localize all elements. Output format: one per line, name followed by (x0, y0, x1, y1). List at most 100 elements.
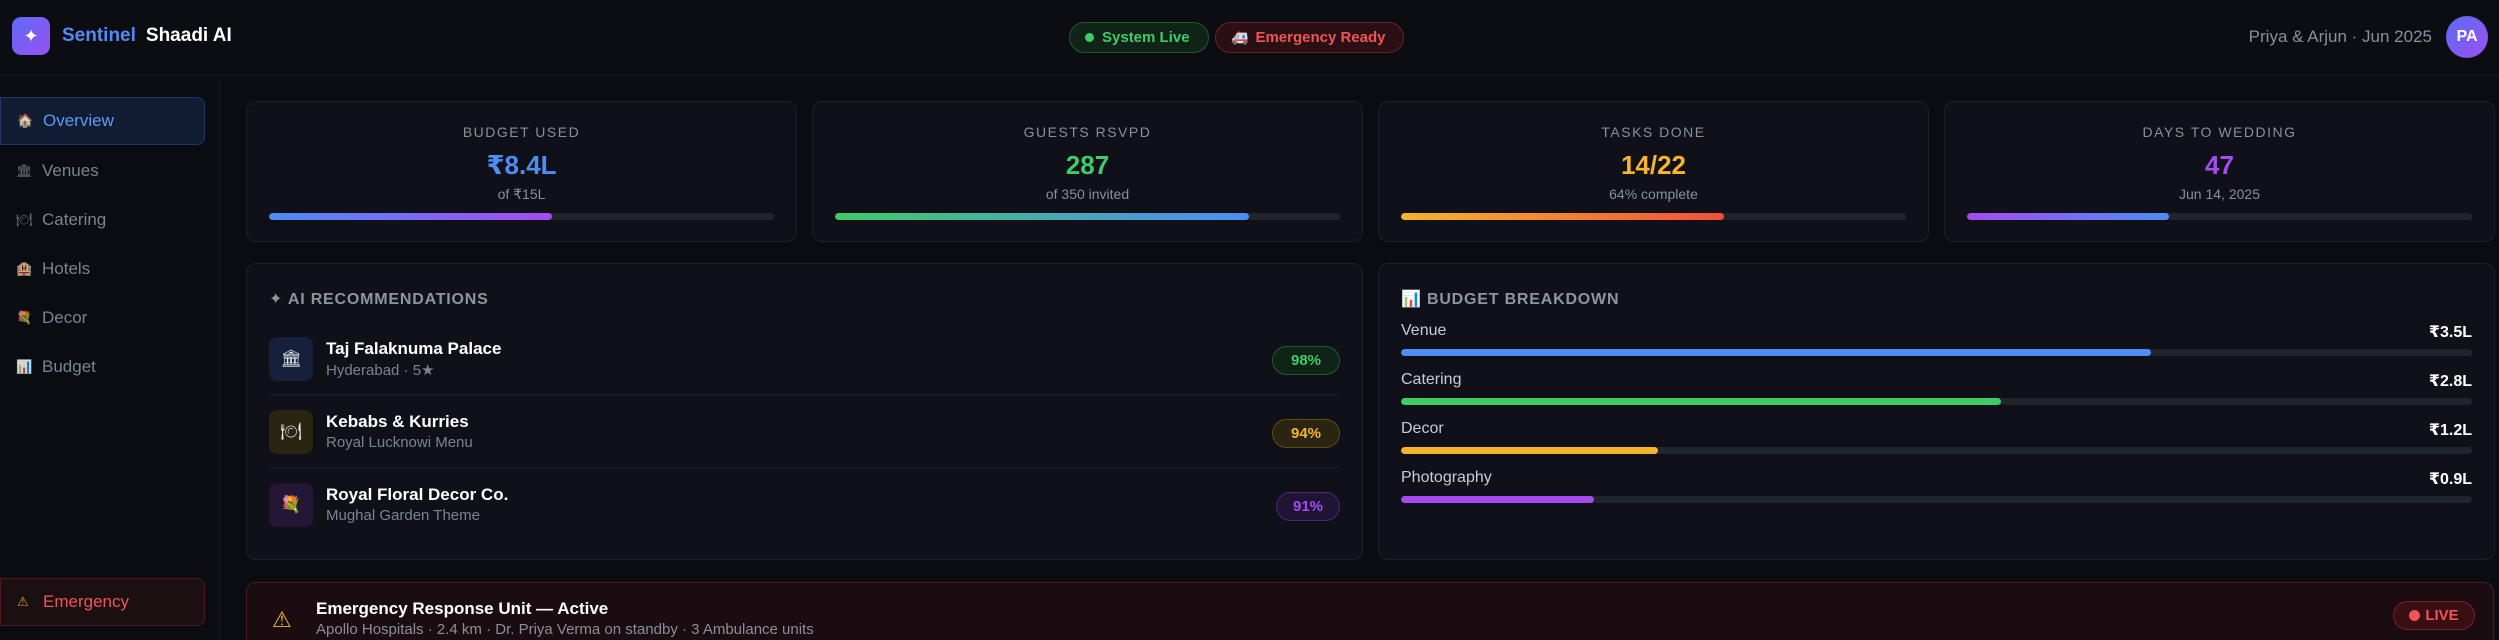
budget-fill (1401, 349, 2151, 356)
brand-name[interactable]: Sentinel Shaadi AI (62, 25, 232, 47)
match-score-badge: 94% (1272, 419, 1340, 448)
recommendation-sub: Royal Lucknowi Menu (326, 434, 473, 451)
home-icon: 🏠 (17, 113, 34, 128)
sidebar-item-overview[interactable]: 🏠 Overview (0, 97, 205, 145)
budget-category: Photography (1401, 469, 1492, 486)
ambulance-icon: 🚑 (1231, 29, 1249, 45)
budget-breakdown-panel: 📊 BUDGET BREAKDOWN Venue ₹3.5L Catering … (1378, 263, 2495, 560)
catering-icon: 🍽 (16, 212, 33, 227)
stat-label: DAYS TO WEDDING (2142, 124, 2297, 140)
stat-value: 47 (2205, 150, 2234, 180)
stat-value: 14/22 (1620, 150, 1687, 180)
budget-track (1401, 496, 2472, 503)
budget-track (1401, 349, 2472, 356)
emergency-banner[interactable]: ⚠ Emergency Response Unit — Active Apoll… (246, 582, 2494, 640)
recommendation-name: Kebabs & Kurries (326, 412, 469, 431)
stat-progress-fill (269, 213, 552, 220)
system-live-badge: System Live (1069, 22, 1209, 53)
stat-sub: of ₹15L (497, 186, 546, 202)
sidebar-item-venues[interactable]: 🏛 Venues (0, 147, 205, 195)
stat-label: TASKS DONE (1601, 124, 1706, 140)
avatar[interactable]: PA (2446, 16, 2488, 58)
emergency-title: Emergency Response Unit — Active (316, 599, 609, 618)
budget-row-decor: Decor ₹1.2L (1401, 420, 2472, 460)
budget-row-photography: Photography ₹0.9L (1401, 469, 2472, 509)
budget-fill (1401, 496, 1594, 503)
budget-category: Venue (1401, 322, 1447, 339)
emergency-ready-badge[interactable]: 🚑 Emergency Ready (1215, 22, 1404, 53)
budget-track (1401, 447, 2472, 454)
sidebar-item-hotels[interactable]: 🏨 Hotels (0, 245, 205, 293)
budget-icon: 📊 (16, 359, 33, 374)
budget-amount: ₹2.8L (2428, 373, 2472, 390)
recommendation-item[interactable]: 💐 Royal Floral Decor Co. Mughal Garden T… (269, 468, 1340, 541)
sparkle-icon[interactable]: ✦ (12, 17, 50, 55)
sidebar-item-label: Venues (42, 161, 99, 180)
budget-fill (1401, 398, 2001, 405)
catering-icon: 🍽 (269, 410, 313, 454)
stat-progress-fill (835, 213, 1250, 220)
sidebar-item-emergency[interactable]: ⚠ Emergency (0, 578, 205, 626)
budget-category: Decor (1401, 420, 1444, 437)
stat-progress-fill (1967, 213, 2169, 220)
live-label: LIVE (2425, 607, 2459, 624)
recommendation-name: Taj Falaknuma Palace (326, 339, 502, 358)
budget-category: Catering (1401, 371, 1462, 388)
budget-track (1401, 398, 2472, 405)
emergency-ready-label: Emergency Ready (1255, 29, 1386, 46)
budget-row-venue: Venue ₹3.5L (1401, 322, 2472, 362)
budget-amount: ₹0.9L (2428, 471, 2472, 488)
sidebar-item-catering[interactable]: 🍽 Catering (0, 196, 205, 244)
sidebar-item-decor[interactable]: 💐 Decor (0, 294, 205, 342)
brand-secondary: Shaadi AI (145, 25, 232, 46)
match-score-badge: 91% (1276, 492, 1340, 521)
sidebar-item-budget[interactable]: 📊 Budget (0, 343, 205, 391)
stat-sub: 64% complete (1609, 186, 1698, 202)
stat-value: ₹8.4L (486, 150, 557, 180)
stat-card-guests: GUESTS RSVPD 287 of 350 invited (812, 101, 1363, 242)
sidebar-item-label: Catering (42, 210, 107, 229)
logo-glyph: ✦ (23, 25, 39, 46)
sidebar-item-label: Emergency (43, 592, 129, 611)
ai-recommendations-panel: ✦ AI RECOMMENDATIONS 🏛 Taj Falaknuma Pal… (246, 263, 1363, 560)
sidebar: 🏠 Overview 🏛 Venues 🍽 Catering 🏨 Hotels … (0, 77, 220, 640)
stat-progress-track (1401, 213, 1906, 220)
stat-progress-track (835, 213, 1340, 220)
live-badge: LIVE (2393, 601, 2475, 630)
stat-progress-track (269, 213, 774, 220)
budget-fill (1401, 447, 1659, 454)
status-dot-icon (1085, 33, 1094, 42)
stat-card-tasks: TASKS DONE 14/22 64% complete (1378, 101, 1929, 242)
emergency-subtitle: Apollo Hospitals · 2.4 km · Dr. Priya Ve… (316, 621, 814, 638)
top-bar: ✦ Sentinel Shaadi AI System Live 🚑 Emerge… (0, 0, 2499, 76)
panel-title: ✦ AI RECOMMENDATIONS (269, 291, 489, 308)
stat-label: BUDGET USED (462, 124, 581, 140)
sidebar-item-label: Budget (42, 357, 96, 376)
sidebar-item-label: Hotels (42, 259, 91, 278)
brand-primary: Sentinel (62, 25, 136, 46)
stat-progress-fill (1401, 213, 1725, 220)
budget-row-catering: Catering ₹2.8L (1401, 371, 2472, 411)
live-dot-icon (2409, 610, 2421, 621)
recommendation-item[interactable]: 🍽 Kebabs & Kurries Royal Lucknowi Menu 9… (269, 395, 1340, 468)
stat-card-budget: BUDGET USED ₹8.4L of ₹15L (246, 101, 797, 242)
stat-value: 287 (1065, 150, 1110, 180)
stat-progress-track (1967, 213, 2472, 220)
match-score-badge: 98% (1272, 346, 1340, 375)
hotel-icon: 🏨 (16, 261, 33, 276)
panel-title: 📊 BUDGET BREAKDOWN (1401, 291, 1620, 308)
venue-icon: 🏛 (16, 163, 33, 178)
stat-sub: Jun 14, 2025 (2179, 186, 2260, 202)
recommendation-sub: Mughal Garden Theme (326, 507, 480, 524)
stat-sub: of 350 invited (1045, 186, 1130, 202)
warning-icon: ⚠ (17, 594, 29, 609)
recommendation-item[interactable]: 🏛 Taj Falaknuma Palace Hyderabad · 5★ 98… (269, 322, 1340, 395)
recommendation-name: Royal Floral Decor Co. (326, 485, 509, 504)
recommendation-sub: Hyderabad · 5★ (326, 362, 435, 379)
system-live-label: System Live (1102, 29, 1190, 46)
flower-icon: 💐 (269, 483, 313, 527)
budget-amount: ₹1.2L (2428, 422, 2472, 439)
sidebar-item-label: Overview (43, 111, 114, 130)
sidebar-item-label: Decor (42, 308, 88, 327)
avatar-initials: PA (2456, 28, 2478, 45)
